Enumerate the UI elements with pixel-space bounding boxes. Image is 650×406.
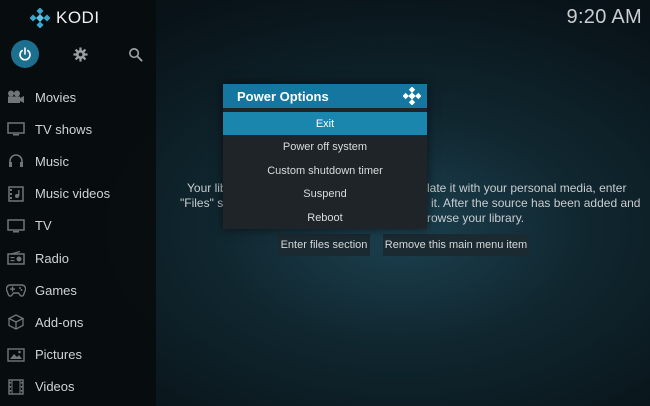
sidebar-item-label: Games	[35, 282, 77, 298]
sidebar-item-label: TV shows	[35, 121, 93, 137]
tv-icon	[6, 216, 26, 236]
search-icon	[128, 47, 143, 62]
dialog-header: Power Options	[223, 84, 427, 108]
search-button[interactable]	[121, 40, 149, 68]
top-icon-bar	[11, 40, 149, 68]
radio-icon	[6, 248, 26, 268]
home-screen: KODI Movies TV shows Music Music videos …	[0, 0, 650, 406]
sidebar-item-games[interactable]: Games	[0, 274, 156, 306]
gear-icon	[72, 46, 88, 62]
empty-library-message-line1-start: Your lib	[187, 181, 227, 195]
movie-camera-icon	[6, 87, 26, 107]
tv-icon	[6, 119, 26, 139]
sidebar-item-tv[interactable]: TV	[0, 210, 156, 242]
option-power-off-system[interactable]: Power off system	[223, 136, 427, 159]
box-icon	[6, 312, 26, 332]
sidebar-item-radio[interactable]: Radio	[0, 242, 156, 274]
empty-library-message-line3-end: rowse your library.	[427, 211, 525, 225]
sidebar-item-label: Music videos	[35, 186, 111, 202]
app-name: KODI	[56, 8, 100, 27]
power-icon	[19, 47, 31, 61]
sidebar-item-label: Add-ons	[35, 314, 84, 330]
kodi-logo-icon	[30, 8, 50, 28]
enter-files-section-button[interactable]: Enter files section	[278, 234, 370, 256]
empty-library-message-line1-end: late it with your personal media, enter	[427, 181, 627, 195]
gamepad-icon	[6, 280, 26, 300]
kodi-logo: KODI	[30, 8, 100, 28]
headphones-icon	[6, 151, 26, 171]
sidebar: KODI Movies TV shows Music Music videos …	[0, 0, 156, 406]
sidebar-item-pictures[interactable]: Pictures	[0, 339, 156, 371]
empty-library-message-line2-end: it. After the source has been added and	[431, 196, 641, 210]
sidebar-item-add-ons[interactable]: Add-ons	[0, 306, 156, 338]
sidebar-item-label: Videos	[35, 379, 75, 395]
power-options-dialog: Power Options Exit Power off system Cust…	[223, 84, 427, 229]
option-custom-shutdown-timer[interactable]: Custom shutdown timer	[223, 159, 427, 182]
picture-icon	[6, 345, 26, 365]
dialog-title: Power Options	[237, 89, 329, 104]
option-suspend[interactable]: Suspend	[223, 183, 427, 206]
main-menu: Movies TV shows Music Music videos TV Ra…	[0, 81, 156, 403]
music-video-icon	[6, 184, 26, 204]
option-exit[interactable]: Exit	[223, 112, 427, 135]
sidebar-item-label: Pictures	[35, 347, 82, 363]
sidebar-item-music-videos[interactable]: Music videos	[0, 178, 156, 210]
kodi-logo-icon	[403, 87, 421, 105]
sidebar-item-music[interactable]: Music	[0, 145, 156, 177]
sidebar-item-label: Movies	[35, 89, 77, 105]
power-button[interactable]	[11, 40, 39, 68]
sidebar-item-label: TV	[35, 218, 52, 234]
clock: 9:20 AM	[566, 6, 642, 28]
sidebar-item-label: Radio	[35, 250, 69, 266]
sidebar-item-movies[interactable]: Movies	[0, 81, 156, 113]
film-icon	[6, 377, 26, 397]
sidebar-item-tv-shows[interactable]: TV shows	[0, 113, 156, 145]
option-reboot[interactable]: Reboot	[223, 206, 427, 229]
settings-button[interactable]	[66, 40, 94, 68]
sidebar-item-label: Music	[35, 153, 69, 169]
sidebar-item-videos[interactable]: Videos	[0, 371, 156, 403]
remove-menu-item-button[interactable]: Remove this main menu item	[383, 234, 529, 256]
